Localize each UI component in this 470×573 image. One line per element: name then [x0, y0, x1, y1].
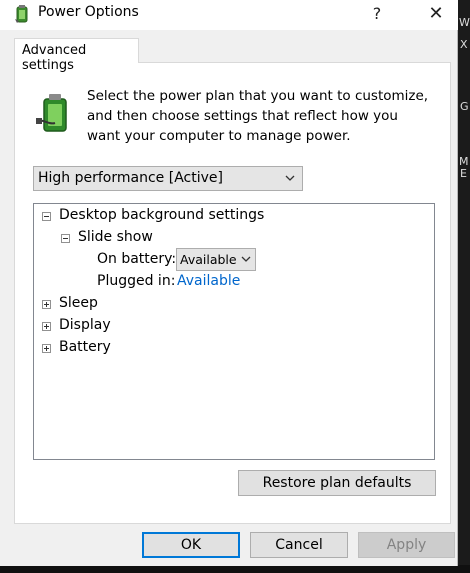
tree-item-label: Display: [59, 317, 111, 333]
power-options-dialog: Power Options ? ✕ Advanced settings Sele…: [0, 0, 458, 566]
tree-item-label: Slide show: [78, 229, 153, 245]
tree-item-label: Battery: [59, 339, 111, 355]
restore-plan-defaults-button[interactable]: Restore plan defaults: [238, 470, 436, 496]
on-battery-value: Available: [180, 252, 237, 267]
plugged-in-label: Plugged in:: [97, 273, 176, 289]
expand-icon[interactable]: [42, 344, 51, 353]
settings-tree[interactable]: Desktop background settings Slide show O…: [33, 203, 435, 460]
title-bar[interactable]: Power Options ? ✕: [0, 0, 458, 30]
tab-advanced-settings[interactable]: Advanced settings: [14, 38, 139, 73]
apply-button: Apply: [358, 532, 455, 558]
power-plan-dropdown[interactable]: High performance [Active]: [33, 166, 303, 191]
ok-button[interactable]: OK: [142, 532, 240, 558]
plugged-in-value-link[interactable]: Available: [177, 273, 240, 289]
background-edge-char: G: [460, 100, 469, 113]
expand-icon[interactable]: [42, 322, 51, 331]
background-edge-char: W: [459, 16, 470, 29]
cancel-button[interactable]: Cancel: [250, 532, 348, 558]
power-options-icon: [15, 5, 28, 23]
expand-icon[interactable]: [42, 300, 51, 309]
tab-label: Advanced settings: [22, 43, 87, 73]
window-title: Power Options: [38, 4, 139, 20]
chevron-down-icon: [241, 256, 251, 262]
background-taskbar-strip: [0, 565, 470, 573]
help-button[interactable]: ?: [362, 0, 392, 30]
background-edge-char: X: [460, 38, 468, 51]
chevron-down-icon: [285, 175, 295, 181]
on-battery-label: On battery:: [97, 251, 177, 267]
description-text: Select the power plan that you want to c…: [87, 88, 429, 144]
on-battery-dropdown[interactable]: Available: [176, 248, 256, 271]
collapse-icon[interactable]: [42, 212, 51, 221]
power-plan-value: High performance [Active]: [38, 170, 223, 186]
collapse-icon[interactable]: [61, 234, 70, 243]
close-button[interactable]: ✕: [418, 0, 454, 30]
tree-item-label: Desktop background settings: [59, 207, 265, 223]
background-window-edge: W X G M E: [458, 0, 470, 573]
background-edge-char: E: [460, 167, 467, 180]
tree-item-label: Sleep: [59, 295, 98, 311]
battery-plug-icon: [36, 94, 67, 132]
